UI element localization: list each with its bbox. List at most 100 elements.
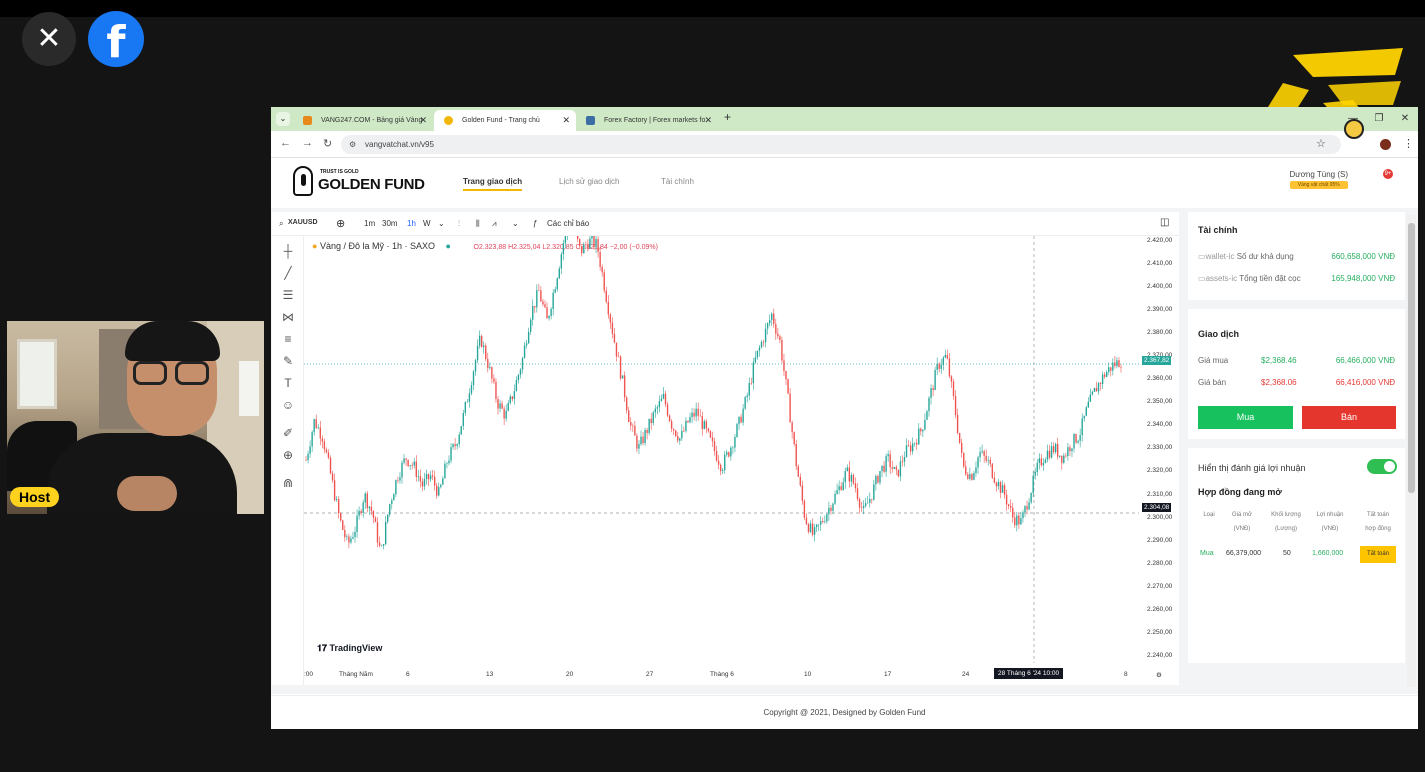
time-axis[interactable]: :00 Tháng Năm 6 13 20 27 Tháng 6 10 17 24 8 28 Thán… (304, 663, 1179, 685)
candle-body (485, 345, 487, 360)
interval-1h[interactable]: 1h (407, 219, 416, 228)
nav-finance[interactable]: Tài chính (661, 177, 694, 186)
time-tick: 13 (486, 671, 494, 678)
interval-1m[interactable]: 1m (364, 219, 375, 228)
text-tool-icon[interactable]: T (280, 376, 296, 390)
chart-settings-icon[interactable]: ⚙ (1156, 671, 1162, 679)
time-tick: Tháng 6 (710, 671, 734, 678)
nav-history[interactable]: Lịch sử giao dịch (559, 177, 620, 186)
candle-body (922, 429, 924, 432)
price-plot[interactable] (304, 236, 1139, 663)
zoom-icon[interactable]: ⊕ (280, 448, 296, 462)
sell-button[interactable]: Bán (1302, 406, 1396, 429)
tradingview-logo[interactable]: 𝟏𝟕 TradingView (317, 643, 382, 654)
candle-body (370, 506, 373, 511)
candle-body (405, 458, 407, 460)
profit-toggle-label: Hiển thị đánh giá lợi nhuận (1198, 463, 1306, 473)
site-info-icon[interactable]: ⚙ (349, 135, 356, 154)
candle-icon[interactable]: ⫼ (476, 219, 480, 229)
candle-body (621, 375, 624, 379)
indicators-button[interactable]: Các chỉ báo (547, 219, 589, 228)
horizontal-lines-icon[interactable]: ☰ (280, 288, 296, 302)
magnet-icon[interactable]: ⋒ (280, 476, 296, 490)
candle-body (995, 482, 998, 487)
profile-avatar[interactable] (1380, 139, 1391, 150)
tab-close-icon[interactable]: ✕ (562, 110, 570, 131)
candle-body (407, 459, 409, 466)
candle-body (742, 408, 744, 423)
candle-body (342, 520, 344, 530)
bar-style-icon[interactable]: ⫶ (458, 219, 460, 229)
interval-w[interactable]: W (423, 219, 431, 228)
candle-body (1034, 472, 1036, 476)
camera-icon[interactable]: ◫ (1160, 217, 1169, 228)
browser-menu-icon[interactable]: ⋮ (1403, 137, 1414, 150)
reload-icon[interactable]: ↻ (323, 137, 332, 150)
window-close-icon[interactable]: ✕ (1392, 107, 1418, 131)
candle-body (895, 466, 898, 470)
interval-dropdown-icon[interactable]: ⌄ (438, 219, 445, 228)
search-icon[interactable]: ⌕ (279, 219, 283, 229)
tab-search-icon[interactable]: ⌄ (276, 112, 290, 126)
price-tick: 2.380,00 (1147, 328, 1173, 336)
candle-body (433, 476, 436, 486)
indicators-icon[interactable]: ƒ (533, 219, 537, 228)
restore-icon[interactable]: ❐ (1366, 107, 1392, 131)
tab-close-icon[interactable]: ✕ (704, 110, 712, 131)
emoji-icon[interactable]: ☺ (280, 398, 296, 412)
candle-body (928, 397, 930, 412)
price-tick: 2.350,00 (1147, 398, 1173, 406)
compare-icon[interactable]: ⊕ (336, 217, 345, 230)
bookmark-star-icon[interactable]: ☆ (1316, 137, 1326, 150)
crosshair-time-badge: 28 Tháng 6 '24 10:00 (994, 668, 1064, 679)
tab-forex-factory[interactable]: Forex Factory | Forex markets fo ✕ (576, 110, 718, 131)
brand-logo[interactable]: TRUST IS GOLD GOLDEN FUND (293, 166, 433, 200)
crosshair-icon[interactable]: ┼ (280, 244, 296, 258)
trendline-icon[interactable]: ╱ (280, 266, 296, 280)
nav-trading[interactable]: Trang giao dịch (463, 177, 523, 191)
profit-toggle[interactable] (1367, 459, 1397, 474)
candle-body (1020, 518, 1022, 525)
symbol-selector[interactable]: XAUUSD (288, 219, 318, 226)
candle-body (397, 480, 399, 481)
tab-close-icon[interactable]: ✕ (419, 110, 427, 131)
brush-icon[interactable]: ✎ (280, 354, 296, 368)
chart-type-icon[interactable]: ⩘ (492, 219, 497, 229)
back-icon[interactable]: ← (280, 137, 291, 149)
buy-button[interactable]: Mua (1198, 406, 1293, 429)
close-icon[interactable]: ✕ (22, 12, 76, 66)
candle-body (589, 238, 591, 249)
candle-body (930, 388, 932, 398)
ruler-icon[interactable]: ✐ (280, 426, 296, 440)
notification-badge[interactable]: 9+ (1383, 169, 1393, 179)
user-info[interactable]: Dương Tùng (S) Vàng vật chất 95% (1289, 170, 1348, 189)
candle-body (346, 536, 348, 538)
chevron-down-icon[interactable]: ⌄ (512, 219, 519, 228)
new-tab-icon[interactable]: + (724, 110, 731, 124)
settle-button[interactable]: Tất toán (1360, 546, 1396, 563)
candle-body (848, 467, 851, 482)
pattern-icon[interactable]: ⋈ (280, 310, 296, 324)
candle-body (636, 435, 638, 449)
candle-body (909, 445, 912, 452)
price-axis[interactable]: 2.420,00 2.410,00 2.400,00 2.390,00 2.380,00… (1139, 236, 1179, 663)
candle-body (838, 486, 840, 491)
candle-body (1063, 455, 1065, 463)
url-input[interactable]: ⚙ vangvatchat.vn/v95 (341, 135, 1341, 154)
facebook-icon[interactable]: f (88, 11, 144, 67)
tab-vang247[interactable]: VANG247.COM - Bảng giá Vàng ✕ (293, 110, 433, 131)
fib-icon[interactable]: ≡ (280, 332, 296, 346)
candle-body (954, 396, 957, 415)
candle-body (762, 341, 765, 343)
candle-body (356, 515, 358, 532)
candle-body (993, 477, 996, 483)
tab-golden-fund[interactable]: Golden Fund - Trang chủ ✕ (434, 110, 576, 131)
user-avatar[interactable] (1344, 119, 1364, 139)
candle-body (648, 418, 650, 434)
page-scrollbar[interactable] (1407, 215, 1416, 687)
forward-icon[interactable]: → (302, 137, 313, 149)
trade-card: Giao dịch Giá mua $2,368.46 66,466,000 V… (1188, 309, 1405, 439)
interval-30m[interactable]: 30m (382, 219, 398, 228)
time-tick: 8 (1124, 671, 1128, 678)
candle-body (1059, 455, 1061, 457)
